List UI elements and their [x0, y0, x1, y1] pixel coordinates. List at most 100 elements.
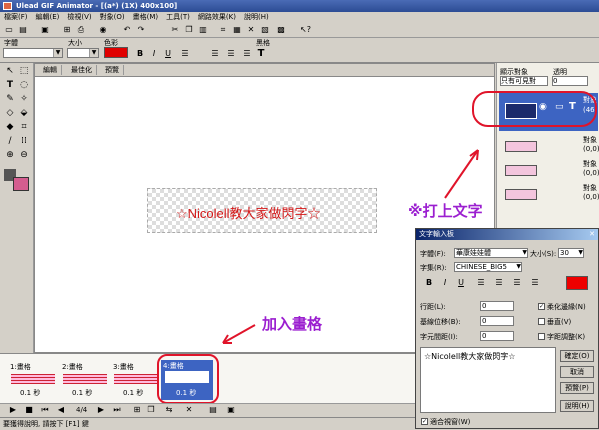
italic-icon[interactable]: I	[440, 278, 450, 288]
open-folder-icon[interactable]: ▤	[18, 25, 28, 35]
menu-effects[interactable]: 網路效果(K)	[194, 12, 240, 22]
web-icon[interactable]: ◉	[98, 25, 108, 35]
frame-thumb[interactable]: 3:畫格 0.1 秒	[111, 362, 159, 400]
menu-frame[interactable]: 畫格(M)	[129, 12, 163, 22]
italic-icon[interactable]: I	[149, 49, 159, 59]
frame-props-icon[interactable]: ▦	[232, 25, 242, 35]
size-combo[interactable]: ▼	[67, 48, 99, 58]
text-color-swatch[interactable]	[566, 276, 588, 290]
antialias-checkbox[interactable]: ✓	[538, 303, 545, 310]
image-canvas[interactable]: ☆Nicolell教大家做閃字☆	[147, 188, 377, 233]
preview-button[interactable]: 預覽(P)	[560, 382, 594, 394]
eraser-icon[interactable]: ◇	[4, 107, 16, 119]
text-entry-area[interactable]: ☆Nicolell教大家做閃字☆	[420, 347, 556, 413]
canvas-text-object[interactable]: ☆Nicolell教大家做閃字☆	[176, 203, 321, 222]
frame-props-icon[interactable]: ▤	[208, 405, 218, 415]
bold-icon[interactable]: B	[424, 278, 434, 288]
delete-icon[interactable]: ✕	[246, 25, 256, 35]
last-frame-icon[interactable]: ⏭	[112, 405, 122, 415]
tween-icon[interactable]: ⇆	[164, 405, 174, 415]
text-color-swatch[interactable]	[104, 47, 128, 58]
tab-edit[interactable]: 編輯	[39, 65, 62, 75]
menu-edit[interactable]: 編輯(E)	[32, 12, 64, 22]
play-icon[interactable]: ▶	[8, 405, 18, 415]
cut-icon[interactable]: ✂	[170, 25, 180, 35]
menu-object[interactable]: 對象(O)	[96, 12, 129, 22]
add-frame-button-icon[interactable]: ⊞	[132, 405, 142, 415]
opacity-field[interactable]: 0	[552, 76, 588, 86]
layout-icon[interactable]: ▧	[260, 25, 270, 35]
line-spacing-field[interactable]: 0	[480, 301, 514, 311]
frame-thumb[interactable]: 2:畫格 0.1 秒	[60, 362, 108, 400]
display-objects-combo[interactable]: 只有可見對	[500, 76, 548, 86]
align-right-icon[interactable]: ☰	[226, 49, 236, 59]
object-row[interactable]: 對象 (0,0)	[499, 183, 599, 205]
background-color-swatch[interactable]	[13, 177, 29, 191]
save-icon[interactable]: ▣	[40, 25, 50, 35]
marquee-icon[interactable]: ⬚	[18, 65, 30, 77]
font-combo[interactable]: ▼	[3, 48, 63, 58]
zoom-in-icon[interactable]: ⊕	[4, 149, 16, 161]
text-tool-icon[interactable]: T	[256, 49, 266, 59]
fit-icon[interactable]: ▣	[226, 405, 236, 415]
crop-icon[interactable]: ⌗	[218, 25, 228, 35]
object-row[interactable]: 對象 (0,0)	[499, 159, 599, 181]
menu-help[interactable]: 說明(H)	[240, 12, 273, 22]
chevron-down-icon[interactable]: ▼	[516, 263, 521, 271]
char-spacing-field[interactable]: 0	[480, 331, 514, 341]
size-combo[interactable]: 30 ▼	[558, 248, 584, 258]
delete-frame-icon[interactable]: ✕	[184, 405, 194, 415]
justify-icon[interactable]: ☰	[530, 278, 540, 288]
paste-icon[interactable]: ▥	[198, 25, 208, 35]
magic-wand-icon[interactable]: ✧	[18, 93, 30, 105]
tab-preview[interactable]: 預覽	[101, 65, 124, 75]
kerning-checkbox[interactable]	[538, 333, 545, 340]
brush-icon[interactable]: ✎	[4, 93, 16, 105]
help-button[interactable]: 說明(H)	[560, 400, 594, 412]
ok-button[interactable]: 確定(O)	[560, 350, 594, 362]
cancel-button[interactable]: 取消	[560, 366, 594, 378]
underline-icon[interactable]: U	[456, 278, 466, 288]
object-row[interactable]: 對象 (0,0)	[499, 135, 599, 157]
chevron-down-icon[interactable]: ▼	[89, 49, 98, 57]
copy-icon[interactable]: ❐	[184, 25, 194, 35]
underline-icon[interactable]: U	[163, 49, 173, 59]
justify-icon[interactable]: ☰	[242, 49, 252, 59]
align-center-icon[interactable]: ☰	[494, 278, 504, 288]
next-frame-icon[interactable]: ▶	[96, 405, 106, 415]
new-file-icon[interactable]: ▭	[4, 25, 14, 35]
baseline-field[interactable]: 0	[480, 316, 514, 326]
print-icon[interactable]: ⎙	[76, 25, 86, 35]
zoom-out-icon[interactable]: ⊖	[18, 149, 30, 161]
charset-combo[interactable]: CHINESE_BIG5 ▼	[454, 262, 522, 272]
paint-bucket-icon[interactable]: ⬙	[18, 107, 30, 119]
undo-icon[interactable]: ↶	[122, 25, 132, 35]
pointer-icon[interactable]: ↖	[4, 65, 16, 77]
redo-icon[interactable]: ↷	[136, 25, 146, 35]
align-center-icon[interactable]: ☰	[210, 49, 220, 59]
menu-tools[interactable]: 工具(T)	[162, 12, 194, 22]
hand-icon[interactable]: ⁞⁞	[18, 135, 30, 147]
close-icon[interactable]: ✕	[589, 229, 595, 240]
menu-file[interactable]: 檔案(F)	[0, 12, 32, 22]
help-pointer-icon[interactable]: ↖?	[300, 25, 311, 35]
eyedropper-icon[interactable]: ∕	[4, 135, 16, 147]
tab-optimize[interactable]: 最佳化	[67, 65, 97, 75]
menu-view[interactable]: 檢視(V)	[63, 12, 95, 22]
first-frame-icon[interactable]: ⏮	[40, 405, 50, 415]
chevron-down-icon[interactable]: ▼	[522, 249, 527, 257]
frame-thumb[interactable]: 1:畫格 0.1 秒	[8, 362, 56, 400]
grid-icon[interactable]: ▩	[276, 25, 286, 35]
chevron-down-icon[interactable]: ▼	[53, 49, 62, 57]
align-right-icon[interactable]: ☰	[512, 278, 522, 288]
add-frame-icon[interactable]: ⊞	[62, 25, 72, 35]
align-left-icon[interactable]: ☰	[476, 278, 486, 288]
duplicate-frame-icon[interactable]: ❐	[146, 405, 156, 415]
crop-tool-icon[interactable]: ⌗	[18, 121, 30, 133]
vertical-checkbox[interactable]	[538, 318, 545, 325]
lasso-icon[interactable]: ◌	[18, 79, 30, 91]
bold-icon[interactable]: B	[135, 49, 145, 59]
prev-frame-icon[interactable]: ◀	[56, 405, 66, 415]
fill-icon[interactable]: ◆	[4, 121, 16, 133]
align-left-icon[interactable]: ☰	[180, 49, 190, 59]
